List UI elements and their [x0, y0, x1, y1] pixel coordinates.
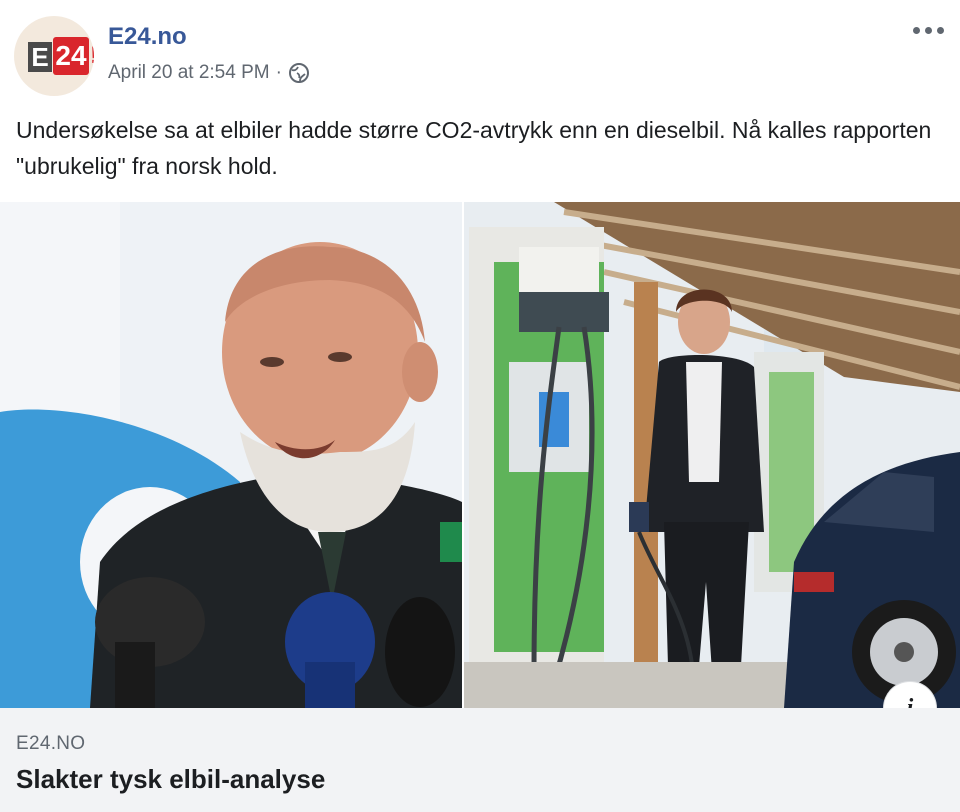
meta-separator: · [275, 62, 282, 83]
link-domain: E24.NO [16, 733, 86, 754]
post-header: E 24 ! E24.no April 20 at 2:54 PM · [0, 0, 960, 100]
logo-letter-e: E [28, 42, 52, 72]
link-preview-footer[interactable]: E24.NO Slakter tysk elbil-analyse [0, 708, 960, 812]
page-name-link[interactable]: E24.no [108, 22, 187, 52]
logo-number-24: 24 [53, 37, 89, 75]
link-title[interactable]: Slakter tysk elbil-analyse [16, 762, 325, 796]
ellipsis-icon[interactable] [910, 20, 946, 40]
photo-ev-charging-station [464, 202, 960, 708]
photo-speaker-with-microphones [0, 202, 462, 708]
post-timestamp[interactable]: April 20 at 2:54 PM [108, 59, 270, 87]
logo-exclamation: ! [90, 37, 94, 75]
post-meta: April 20 at 2:54 PM · [108, 59, 310, 87]
link-preview-image[interactable] [0, 202, 960, 708]
globe-icon [288, 63, 309, 83]
facebook-post: E 24 ! E24.no April 20 at 2:54 PM · Unde… [0, 0, 960, 812]
page-avatar[interactable]: E 24 ! [14, 16, 94, 96]
post-message: Undersøkelse sa at elbiler hadde større … [16, 117, 932, 179]
